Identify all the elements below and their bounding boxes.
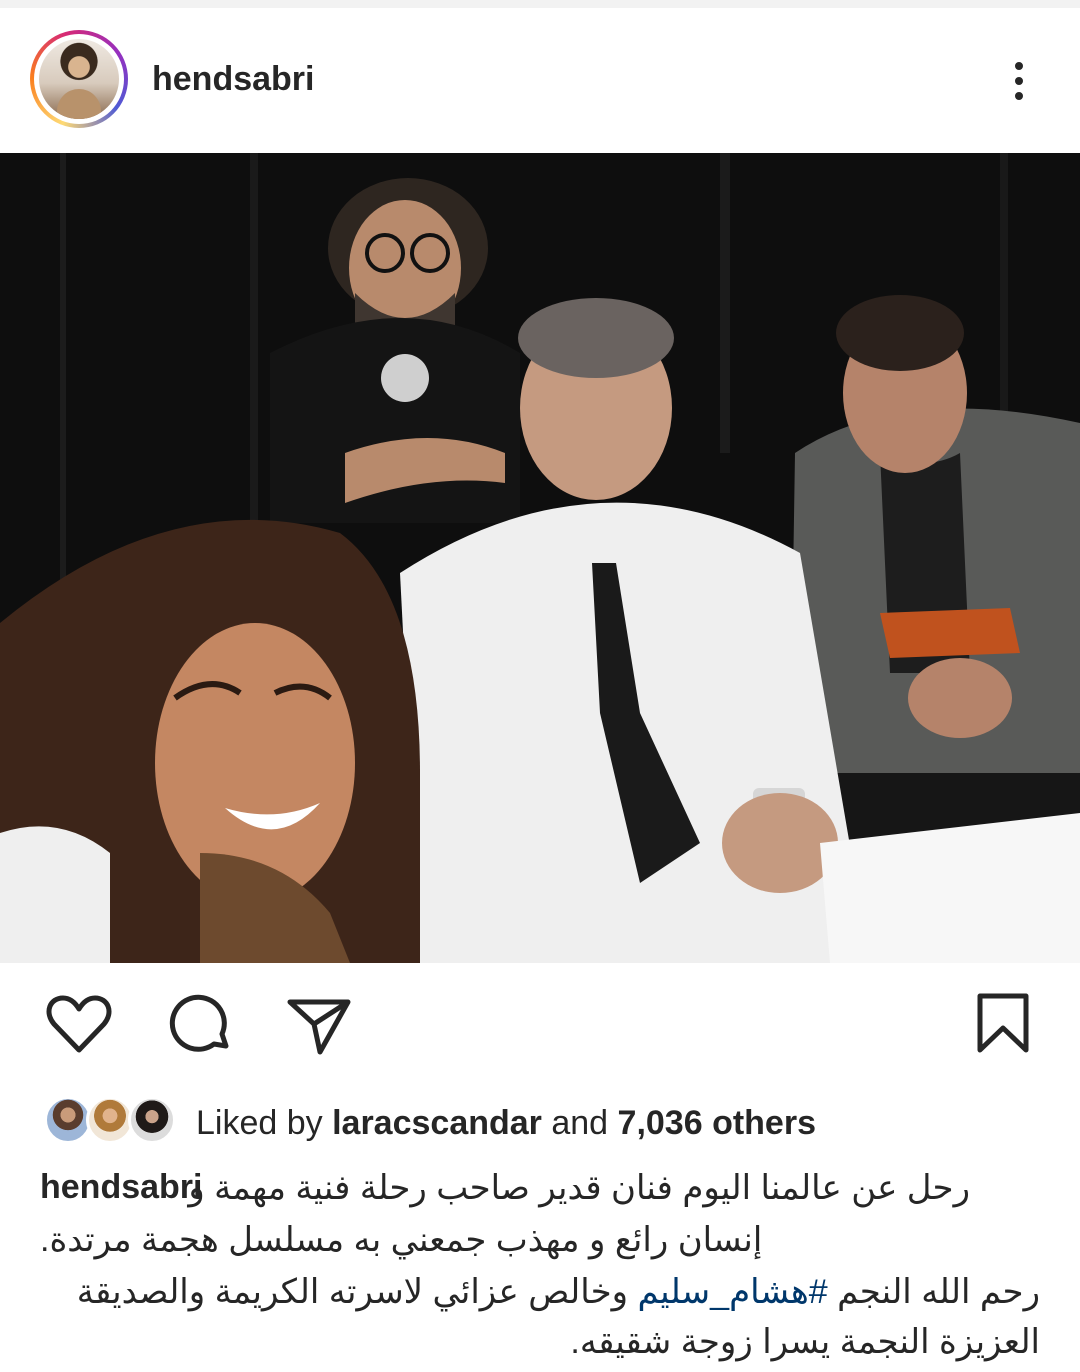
status-strip xyxy=(0,0,1080,8)
caption-line: رحل عن عالمنا اليوم فنان قدير صاحب رحلة … xyxy=(188,1169,970,1207)
caption-line: إنسان رائع و مهذب جمعني به مسلسل هجمة مر… xyxy=(40,1221,763,1259)
comment-button[interactable] xyxy=(166,990,236,1060)
comment-icon xyxy=(169,994,229,1052)
likes-count[interactable]: 7,036 others xyxy=(618,1104,816,1142)
post-header: hendsabri xyxy=(0,8,1080,153)
caption-line: رحم الله النجم #هشام_سليم وخالص عزائي لا… xyxy=(77,1272,1040,1312)
avatar-inner xyxy=(34,34,124,124)
caption-text: وخالص عزائي لاسرته الكريمة والصديقة xyxy=(76,1273,629,1311)
liker-avatar xyxy=(128,1096,176,1144)
send-icon xyxy=(287,999,351,1055)
bookmark-icon xyxy=(977,993,1029,1053)
liker-avatar xyxy=(44,1096,92,1144)
likes-connector: and xyxy=(551,1104,609,1142)
post-photo[interactable] xyxy=(0,153,1080,963)
post-username[interactable]: hendsabri xyxy=(152,60,314,99)
avatar-image xyxy=(39,39,119,119)
liker-avatar xyxy=(86,1096,134,1144)
caption-username[interactable]: hendsabri xyxy=(40,1168,202,1207)
hashtag-link[interactable]: #هشام_سليم xyxy=(638,1273,828,1311)
photo-illustration xyxy=(0,153,1080,963)
like-button[interactable] xyxy=(44,990,114,1060)
heart-icon xyxy=(46,995,112,1053)
likes-row[interactable]: Liked by laracscandar and 7,036 others xyxy=(44,1094,1044,1150)
caption-line: العزيزة النجمة يسرا زوجة شقيقه. xyxy=(570,1323,1040,1361)
caption-text: رحم الله النجم xyxy=(837,1273,1040,1311)
profile-avatar[interactable] xyxy=(30,30,128,128)
likes-text: Liked by laracscandar and 7,036 others xyxy=(196,1104,816,1143)
liker-username[interactable]: laracscandar xyxy=(332,1104,542,1142)
likes-prefix: Liked by xyxy=(196,1104,323,1142)
share-button[interactable] xyxy=(284,990,354,1060)
more-vertical-icon[interactable] xyxy=(1000,58,1038,114)
save-button[interactable] xyxy=(968,990,1038,1060)
